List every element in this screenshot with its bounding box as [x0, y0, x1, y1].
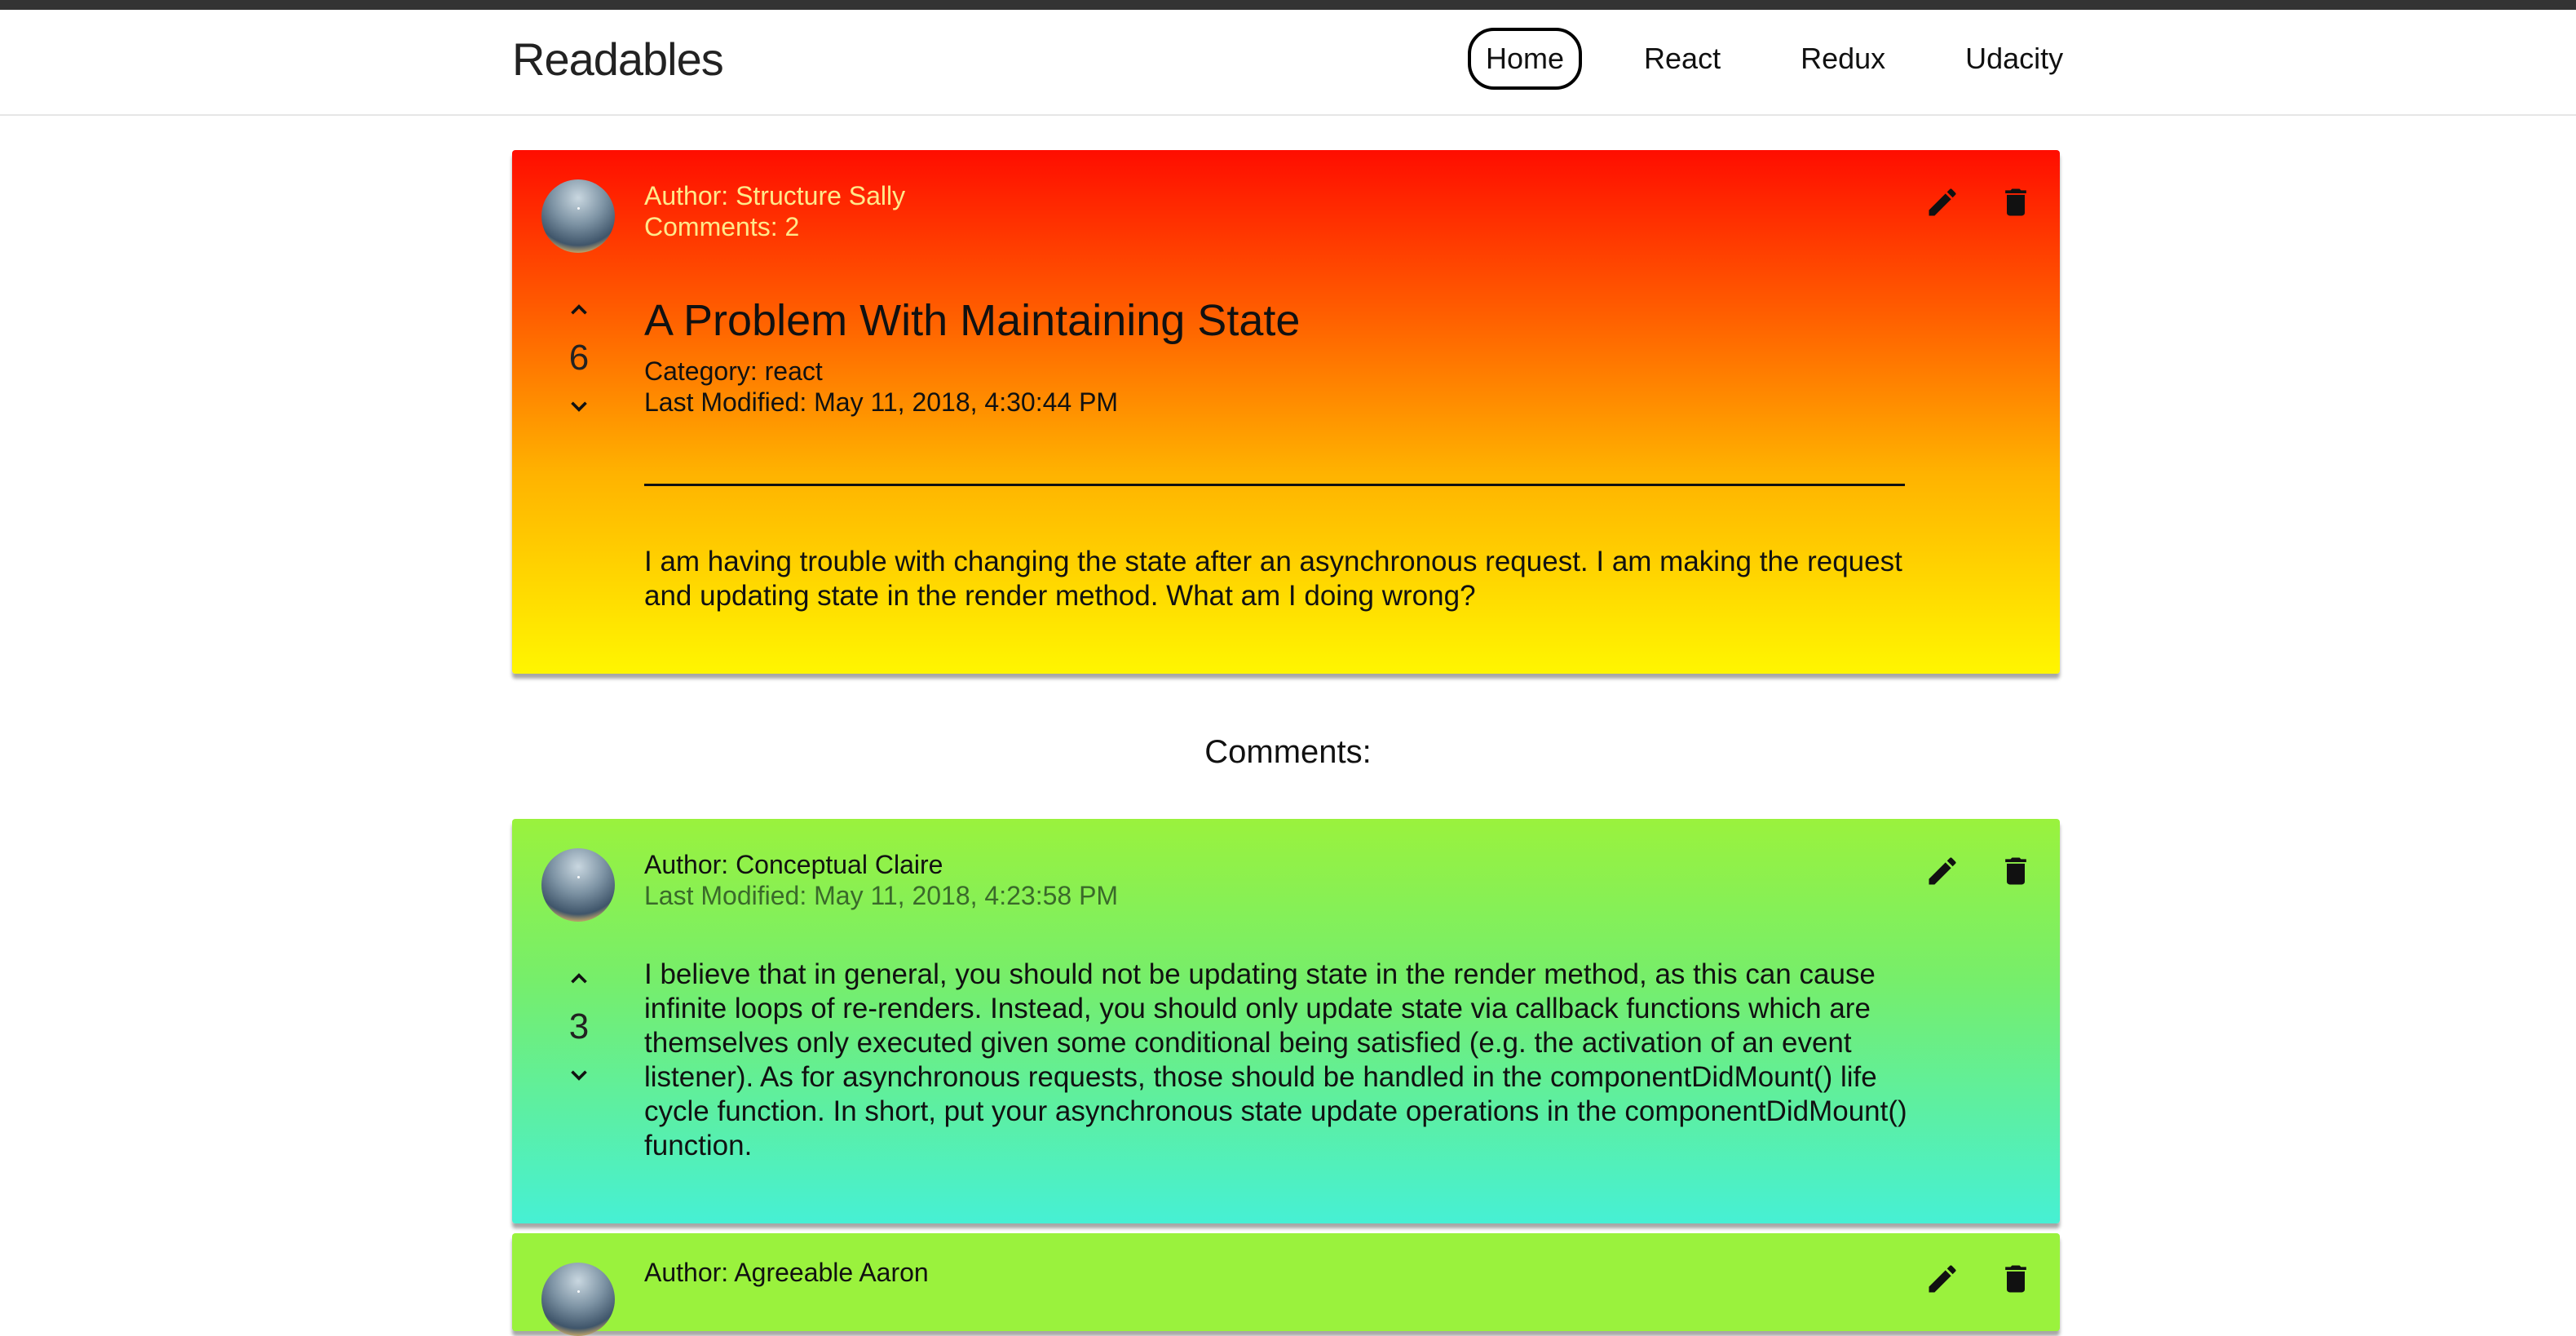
post-score: 6 [568, 338, 590, 378]
comment-author: Author: Agreeable Aaron [644, 1258, 929, 1287]
comment-card: Author: Conceptual Claire Last Modified:… [512, 819, 2060, 1223]
delete-comment-button[interactable] [1995, 850, 2037, 892]
top-strip [0, 0, 2576, 10]
nav-redux[interactable]: Redux [1783, 28, 1903, 90]
divider [644, 484, 1905, 486]
post-title: A Problem With Maintaining State [644, 296, 1301, 345]
post-last-modified: Last Modified: May 11, 2018, 4:30:44 PM [644, 387, 1119, 417]
app-header: Readables Home React Redux Udacity [0, 10, 2576, 116]
comment-score: 3 [568, 1006, 590, 1046]
downvote-button[interactable] [563, 1059, 595, 1091]
trash-icon [2005, 1265, 2026, 1293]
pencil-icon [1929, 188, 1956, 216]
post-author: Author: Structure Sally [644, 181, 906, 210]
brand-logo-text[interactable]: Readables [512, 33, 724, 86]
chevron-up-icon [571, 304, 587, 315]
comment-body: I believe that in general, you should no… [644, 958, 1907, 1161]
post-vote-control: 6 [555, 294, 603, 422]
avatar [541, 179, 615, 253]
upvote-button[interactable] [563, 962, 595, 995]
post-category: Category: react [644, 356, 823, 386]
nav-home[interactable]: Home [1468, 28, 1583, 90]
comment-author: Author: Conceptual Claire [644, 850, 943, 879]
nav-react[interactable]: React [1626, 28, 1739, 90]
chevron-down-icon [571, 401, 587, 412]
comment-card: Author: Agreeable Aaron [512, 1233, 2060, 1336]
upvote-button[interactable] [563, 294, 595, 326]
comment-last-modified: Last Modified: May 11, 2018, 4:23:58 PM [644, 881, 1119, 910]
chevron-up-icon [571, 973, 587, 984]
pencil-icon [1929, 857, 1956, 885]
pencil-icon [1929, 1265, 1956, 1293]
avatar [541, 848, 615, 922]
comments-heading: Comments: [1204, 734, 1372, 770]
downvote-button[interactable] [563, 390, 595, 422]
post-meta: Category: react Last Modified: May 11, 2… [644, 356, 1118, 418]
trash-icon [2005, 857, 2026, 885]
delete-comment-button[interactable] [1995, 1258, 2037, 1300]
post-body: I am having trouble with changing the st… [644, 546, 1902, 612]
trash-icon [2005, 188, 2026, 216]
nav-udacity[interactable]: Udacity [1947, 28, 2081, 90]
chevron-down-icon [571, 1070, 587, 1081]
comment-vote-control: 3 [555, 962, 603, 1091]
delete-post-button[interactable] [1995, 181, 2037, 223]
edit-comment-button[interactable] [1921, 850, 1964, 892]
main-nav: Home React Redux Udacity [1468, 28, 2081, 90]
edit-comment-button[interactable] [1921, 1258, 1964, 1300]
post-card: Author: Structure Sally Comments: 2 6 A … [512, 150, 2060, 674]
avatar [541, 1263, 615, 1336]
post-comments-count: Comments: 2 [644, 212, 800, 241]
edit-post-button[interactable] [1921, 181, 1964, 223]
